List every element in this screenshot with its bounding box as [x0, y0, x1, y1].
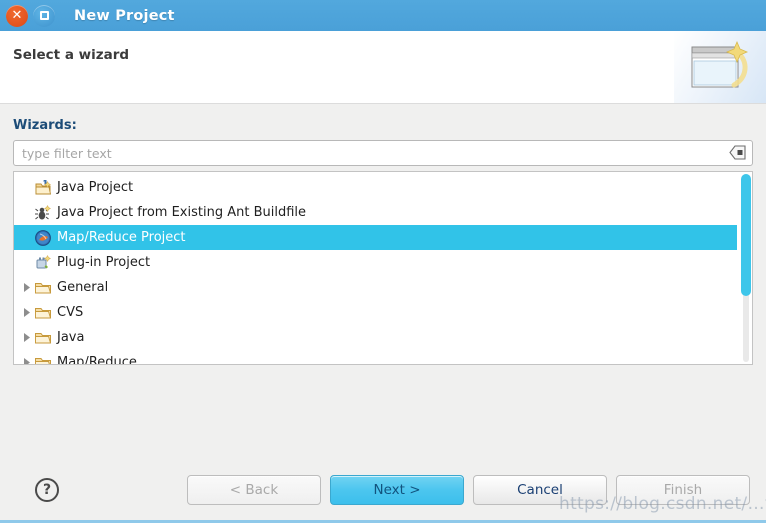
- list-item[interactable]: CVS: [14, 300, 737, 325]
- window-title: New Project: [74, 7, 175, 24]
- wizards-tree[interactable]: Java Project Java Project from Existing …: [13, 171, 753, 365]
- clear-filter-icon[interactable]: [729, 145, 746, 160]
- maximize-icon: [39, 11, 49, 20]
- list-item[interactable]: Java Project from Existing Ant Buildfile: [14, 200, 737, 225]
- folder-icon: [34, 279, 52, 297]
- footer-buttons: < Back Next > Cancel Finish: [187, 475, 750, 505]
- list-item[interactable]: Plug-in Project: [14, 250, 737, 275]
- back-button[interactable]: < Back: [187, 475, 321, 505]
- page-title: Select a wizard: [13, 47, 130, 63]
- finish-button-label: Finish: [663, 482, 703, 498]
- new-project-dialog: ✕ New Project Select a wizard Wizards: t…: [0, 0, 766, 523]
- folder-icon: [34, 354, 52, 364]
- dialog-footer: ? < Back Next > Cancel Finish: [0, 460, 766, 520]
- chevron-right-icon[interactable]: [20, 308, 34, 317]
- close-icon: ✕: [11, 8, 23, 23]
- list-item-label: Plug-in Project: [57, 254, 151, 270]
- wizards-tree-rows: Java Project Java Project from Existing …: [14, 172, 737, 364]
- wizard-header: Select a wizard: [0, 31, 766, 104]
- titlebar: ✕ New Project: [0, 0, 766, 31]
- close-button[interactable]: ✕: [6, 4, 28, 27]
- maximize-button[interactable]: [33, 4, 55, 27]
- help-label: ?: [42, 482, 52, 498]
- list-item-label: Map/Reduce: [57, 354, 137, 365]
- list-item-selected[interactable]: Map/Reduce Project: [14, 225, 737, 250]
- list-item[interactable]: Java: [14, 325, 737, 350]
- list-item-label: Java Project from Existing Ant Buildfile: [57, 204, 307, 220]
- wizards-label: Wizards:: [13, 118, 77, 133]
- list-item-label: CVS: [57, 304, 84, 320]
- cancel-button[interactable]: Cancel: [473, 475, 607, 505]
- folder-icon: [34, 304, 52, 322]
- folder-icon: [34, 329, 52, 347]
- next-button-label: Next >: [373, 482, 421, 498]
- list-item[interactable]: Map/Reduce: [14, 350, 737, 364]
- plugin-project-icon: [34, 254, 52, 272]
- list-item[interactable]: Java Project: [14, 175, 737, 200]
- java-project-icon: [34, 179, 52, 197]
- scrollbar-thumb[interactable]: [741, 174, 751, 296]
- filter-input[interactable]: [13, 140, 753, 166]
- back-button-label: < Back: [229, 482, 279, 498]
- list-item-label: General: [57, 279, 109, 295]
- cancel-button-label: Cancel: [517, 482, 563, 498]
- filter-row: [13, 140, 753, 166]
- chevron-right-icon[interactable]: [20, 283, 34, 292]
- dialog-body: Wizards: type filter text Java Project J…: [0, 104, 766, 460]
- wizard-window-sparkle-icon: [674, 31, 766, 103]
- mapreduce-project-icon: [34, 229, 52, 247]
- ant-buildfile-icon: [34, 204, 52, 222]
- chevron-right-icon[interactable]: [20, 333, 34, 342]
- chevron-right-icon[interactable]: [20, 358, 34, 364]
- list-item-label: Java: [57, 329, 85, 345]
- finish-button[interactable]: Finish: [616, 475, 750, 505]
- list-item[interactable]: General: [14, 275, 737, 300]
- help-icon[interactable]: ?: [35, 478, 59, 502]
- next-button[interactable]: Next >: [330, 475, 464, 505]
- list-item-label: Map/Reduce Project: [57, 229, 186, 245]
- list-item-label: Java Project: [57, 179, 134, 195]
- tree-scrollbar[interactable]: [737, 172, 752, 364]
